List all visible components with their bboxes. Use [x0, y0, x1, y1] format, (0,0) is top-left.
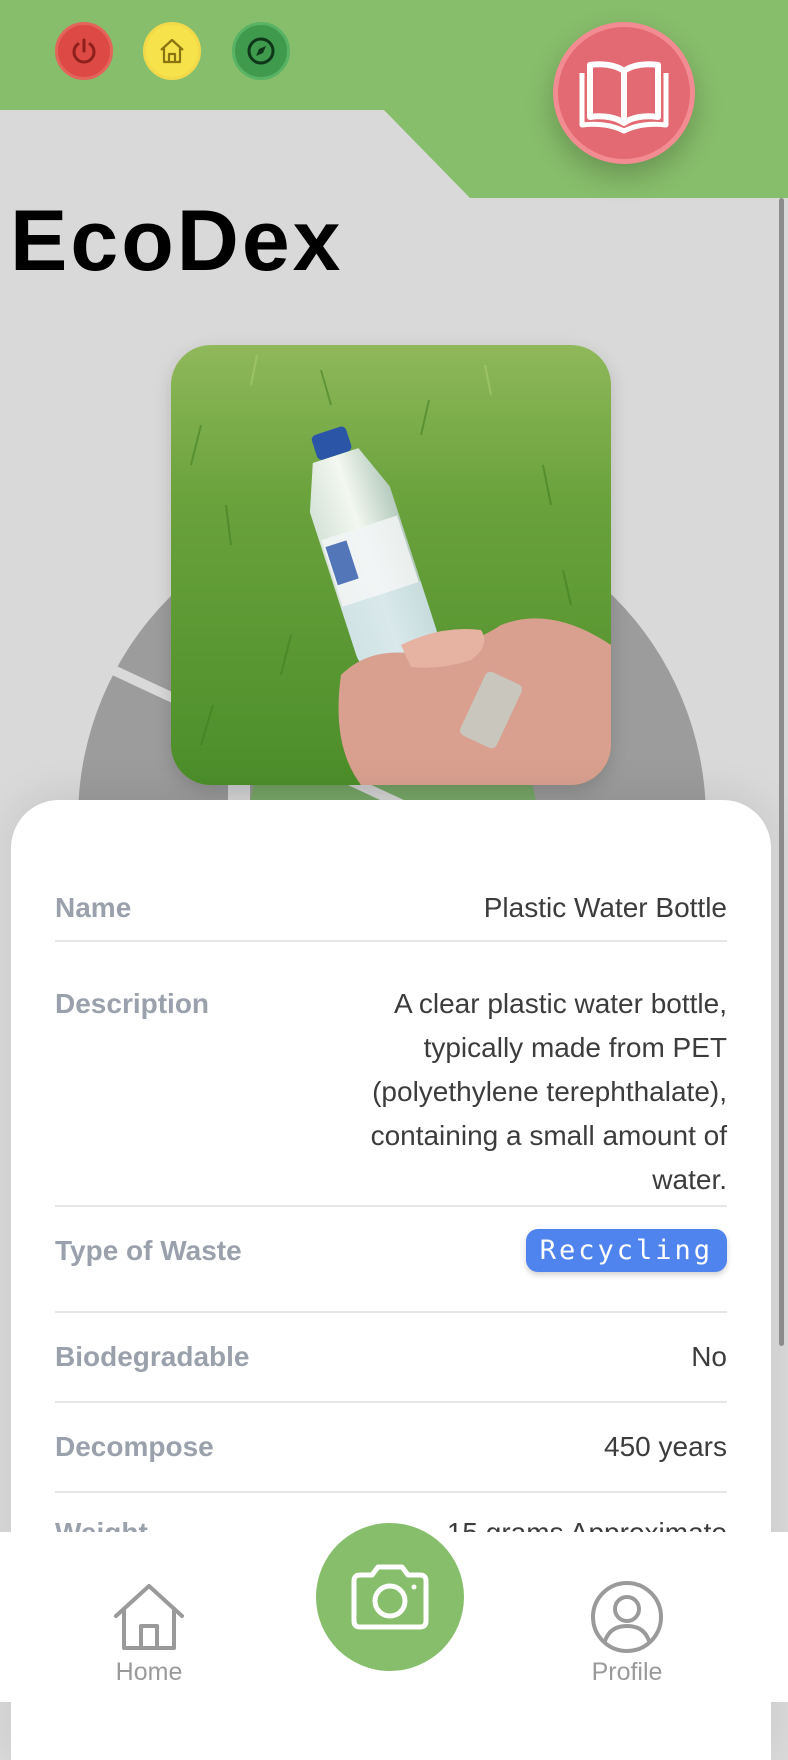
field-label: Description: [55, 988, 210, 1019]
field-value: Plastic Water Bottle: [483, 891, 727, 923]
profile-icon: [591, 1581, 663, 1653]
nav-home[interactable]: Home: [110, 1578, 188, 1687]
compass-icon: [247, 37, 275, 65]
field-label: Biodegradable: [55, 1341, 250, 1372]
bottle-photo-illustration: [171, 345, 611, 785]
camera-button[interactable]: [316, 1523, 464, 1671]
field-value: No: [691, 1341, 727, 1372]
book-button[interactable]: [553, 22, 695, 164]
power-button[interactable]: [55, 22, 113, 80]
field-row-biodegradable: Biodegradable No: [55, 1313, 727, 1403]
field-label: Decompose: [55, 1431, 214, 1462]
nav-profile-label: Profile: [591, 1658, 663, 1686]
field-value: 450 years: [604, 1431, 727, 1462]
book-icon: [579, 61, 669, 134]
home-icon: [160, 38, 184, 64]
home-button[interactable]: [143, 22, 201, 80]
home-outline-icon: [114, 1584, 184, 1650]
field-label: Type of Waste: [55, 1235, 242, 1266]
scrollbar[interactable]: [779, 198, 784, 1346]
compass-button[interactable]: [232, 22, 290, 80]
item-photo: [171, 345, 611, 785]
app-title: EcoDex: [10, 193, 344, 289]
field-row-description: Description A clear plastic water bottle…: [55, 968, 727, 1207]
nav-home-label: Home: [115, 1658, 183, 1686]
field-row-decompose: Decompose 450 years: [55, 1403, 727, 1493]
field-label: Name: [55, 891, 132, 923]
nav-profile[interactable]: Profile: [588, 1578, 666, 1687]
field-value: A clear plastic water bottle, typically …: [370, 988, 727, 1195]
waste-type-badge: Recycling: [525, 1229, 727, 1272]
field-row-type-of-waste: Type of Waste Recycling: [55, 1207, 727, 1313]
camera-icon: [351, 1564, 429, 1630]
power-icon: [72, 38, 96, 64]
field-row-name: Name Plastic Water Bottle: [55, 875, 727, 942]
